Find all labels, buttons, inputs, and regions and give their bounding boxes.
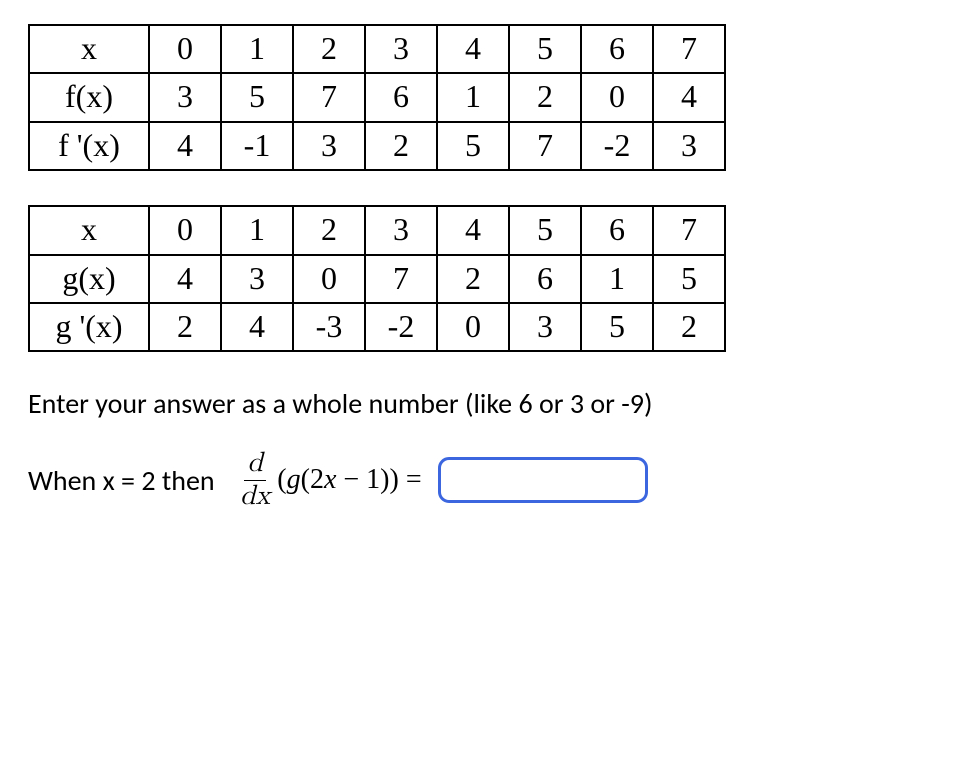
cell: 7 bbox=[653, 206, 725, 254]
cell: 2 bbox=[293, 25, 365, 73]
cell: 7 bbox=[293, 73, 365, 121]
row-label: f '(x) bbox=[29, 122, 149, 170]
cell: 2 bbox=[149, 303, 221, 351]
cell: 1 bbox=[437, 73, 509, 121]
fraction: d dx bbox=[237, 449, 273, 511]
cell: 1 bbox=[581, 255, 653, 303]
cell: 3 bbox=[365, 206, 437, 254]
cell: -3 bbox=[293, 303, 365, 351]
cell: 0 bbox=[149, 206, 221, 254]
cell: 6 bbox=[509, 255, 581, 303]
cell: 3 bbox=[149, 73, 221, 121]
cell: 5 bbox=[509, 206, 581, 254]
table-row: g(x) 4 3 0 7 2 6 1 5 bbox=[29, 255, 725, 303]
cell: 7 bbox=[653, 25, 725, 73]
cell: -2 bbox=[365, 303, 437, 351]
cell: 0 bbox=[149, 25, 221, 73]
cell: 6 bbox=[581, 25, 653, 73]
table-f: x 0 1 2 3 4 5 6 7 f(x) 3 5 7 6 1 2 0 4 f… bbox=[28, 24, 726, 171]
cell: 2 bbox=[293, 206, 365, 254]
cell: 3 bbox=[509, 303, 581, 351]
cell: 1 bbox=[221, 206, 293, 254]
cell: 5 bbox=[221, 73, 293, 121]
cell: 4 bbox=[221, 303, 293, 351]
answer-input[interactable] bbox=[438, 457, 648, 503]
table-row: f '(x) 4 -1 3 2 5 7 -2 3 bbox=[29, 122, 725, 170]
row-label: x bbox=[29, 206, 149, 254]
row-label: f(x) bbox=[29, 73, 149, 121]
fraction-denominator: dx bbox=[237, 481, 273, 511]
row-label: g(x) bbox=[29, 255, 149, 303]
cell: 4 bbox=[653, 73, 725, 121]
cell: 3 bbox=[653, 122, 725, 170]
cell: 7 bbox=[509, 122, 581, 170]
cell: 6 bbox=[365, 73, 437, 121]
cell: 2 bbox=[437, 255, 509, 303]
cell: 5 bbox=[437, 122, 509, 170]
table-row: x 0 1 2 3 4 5 6 7 bbox=[29, 206, 725, 254]
cell: 5 bbox=[581, 303, 653, 351]
cell: 0 bbox=[437, 303, 509, 351]
cell: 2 bbox=[365, 122, 437, 170]
cell: -1 bbox=[221, 122, 293, 170]
cell: 0 bbox=[293, 255, 365, 303]
cell: 3 bbox=[293, 122, 365, 170]
cell: 1 bbox=[221, 25, 293, 73]
cell: 4 bbox=[437, 25, 509, 73]
table-row: f(x) 3 5 7 6 1 2 0 4 bbox=[29, 73, 725, 121]
answer-line: When x = 2 then d dx (g(2x − 1)) = bbox=[28, 449, 932, 511]
cell: 2 bbox=[653, 303, 725, 351]
cell: 5 bbox=[653, 255, 725, 303]
table-g: x 0 1 2 3 4 5 6 7 g(x) 4 3 0 7 2 6 1 5 g… bbox=[28, 205, 726, 352]
cell: 7 bbox=[365, 255, 437, 303]
cell: 4 bbox=[437, 206, 509, 254]
instruction-text: Enter your answer as a whole number (lik… bbox=[28, 386, 932, 421]
row-label: g '(x) bbox=[29, 303, 149, 351]
cell: 4 bbox=[149, 122, 221, 170]
when-prefix: When x = 2 then bbox=[28, 463, 215, 498]
expr-right: (g(2x − 1)) = bbox=[277, 464, 421, 496]
cell: 2 bbox=[509, 73, 581, 121]
cell: 3 bbox=[221, 255, 293, 303]
cell: 6 bbox=[581, 206, 653, 254]
cell: 3 bbox=[365, 25, 437, 73]
cell: 4 bbox=[149, 255, 221, 303]
row-label: x bbox=[29, 25, 149, 73]
fraction-numerator: d bbox=[244, 449, 266, 480]
cell: 0 bbox=[581, 73, 653, 121]
math-expression: d dx (g(2x − 1)) = bbox=[233, 449, 422, 511]
cell: 5 bbox=[509, 25, 581, 73]
cell: -2 bbox=[581, 122, 653, 170]
table-row: x 0 1 2 3 4 5 6 7 bbox=[29, 25, 725, 73]
table-row: g '(x) 2 4 -3 -2 0 3 5 2 bbox=[29, 303, 725, 351]
